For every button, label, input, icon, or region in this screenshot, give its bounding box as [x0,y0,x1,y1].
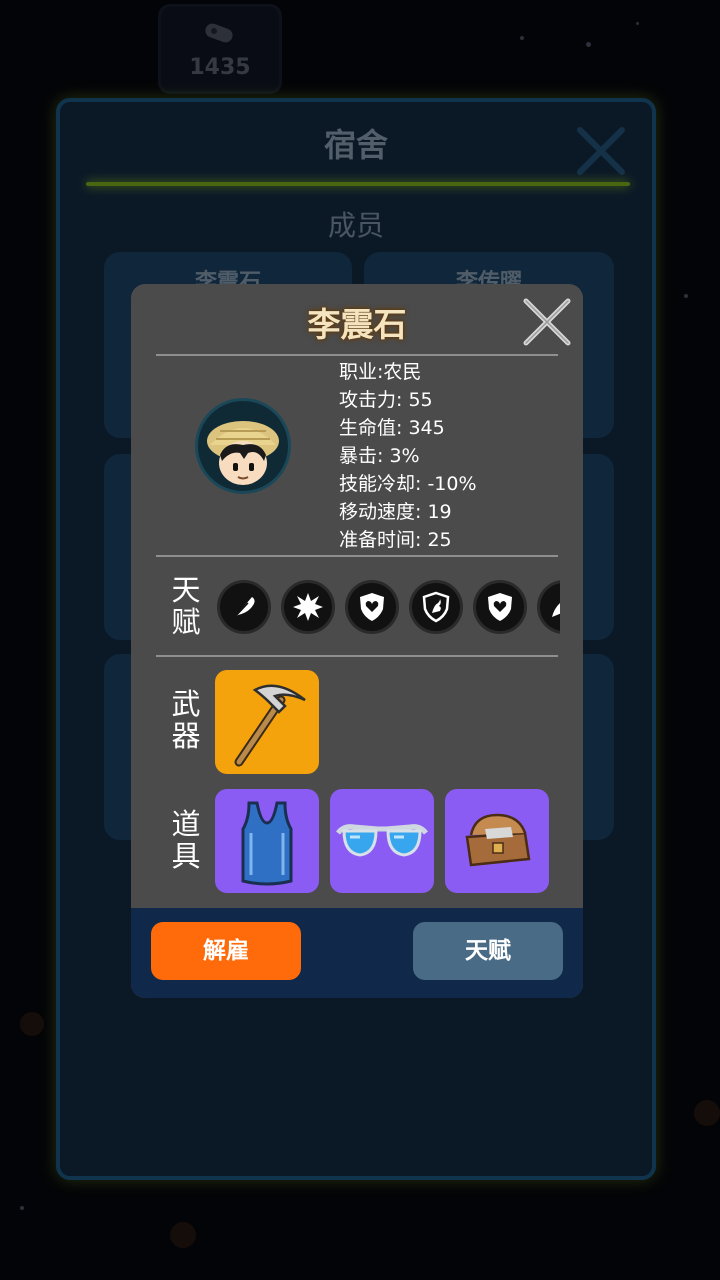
weapon-label: 武器 [171,687,201,753]
stat-profession: 职业:农民 [339,361,422,383]
talent-slot[interactable] [537,580,560,634]
stat-crit: 暴击: 3% [339,445,420,467]
fire-button[interactable]: 解雇 [151,922,301,980]
pickaxe-icon [234,684,306,767]
character-avatar [195,398,291,494]
items-label: 道具 [171,807,201,873]
shield-dragon-icon [422,591,450,623]
divider [156,655,558,657]
talent-slot[interactable] [409,580,463,634]
feather-icon [231,597,255,621]
talent-slot[interactable] [345,580,399,634]
sunglasses-icon [336,824,428,857]
character-name: 李震石 [307,305,407,344]
talent-label: 天赋 [171,573,201,639]
shield-heart-icon [360,593,384,621]
stat-health: 生命值: 345 [339,417,445,439]
dialog-footer: 解雇 天赋 [131,908,583,998]
talent-button[interactable]: 天赋 [413,922,563,980]
talent-slot[interactable] [281,580,335,634]
character-dialog: 李震石 职业:农民 攻击力: 55 生命值: 345 暴击: 3% 技能冷却: … [131,284,583,998]
item-slot[interactable] [215,789,319,893]
item-slot[interactable] [330,789,434,893]
shield-heart-icon [488,593,512,621]
farmer-portrait-icon [207,421,279,485]
close-icon[interactable] [521,296,573,348]
stat-cooldown: 技能冷却: -10% [339,473,477,495]
wing-icon [552,603,560,617]
divider [156,555,558,557]
tank-top-icon [241,801,293,886]
burst-icon [293,593,323,621]
stat-move-speed: 移动速度: 19 [339,501,452,523]
item-slot[interactable] [445,789,549,893]
weapon-slot[interactable] [215,670,319,774]
treasure-chest-icon [465,813,531,867]
talent-strip[interactable] [217,580,560,636]
talent-slot[interactable] [473,580,527,634]
talent-slot[interactable] [217,580,271,634]
divider [156,354,558,356]
stats-list: 职业:农民 攻击力: 55 生命值: 345 暴击: 3% 技能冷却: -10%… [339,358,477,554]
stat-prep-time: 准备时间: 25 [339,529,452,551]
stat-attack: 攻击力: 55 [339,389,433,411]
